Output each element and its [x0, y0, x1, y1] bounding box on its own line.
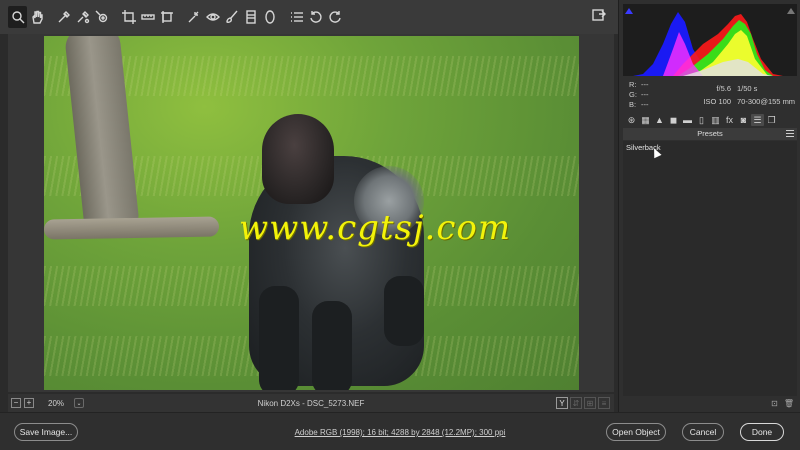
crop-tool[interactable] — [119, 6, 138, 28]
hsl-tab-icon[interactable]: ◼ — [667, 114, 680, 126]
radial-filter-tool[interactable] — [260, 6, 279, 28]
rotate-cw-icon — [328, 11, 341, 23]
brush-icon — [225, 10, 238, 24]
red-eye-tool[interactable] — [203, 6, 222, 28]
file-name: DSC_5273.NEF — [307, 398, 365, 408]
tool-bar — [0, 0, 618, 34]
magnifier-icon — [11, 11, 24, 24]
transform-tab-icon[interactable]: ▥ — [709, 114, 722, 126]
bottom-bar: Save Image... Adobe RGB (1998); 16 bit; … — [0, 412, 800, 450]
target-adjust-icon — [95, 10, 107, 23]
list-icon — [290, 12, 303, 22]
r-value: --- — [641, 80, 649, 89]
adjustment-brush-tool[interactable] — [222, 6, 241, 28]
g-value: --- — [641, 90, 649, 99]
fullscreen-toggle[interactable] — [592, 8, 610, 26]
spot-removal-icon — [188, 11, 198, 23]
toggle-settings-icon[interactable]: ≡ — [598, 397, 610, 409]
panel-tabs: ⊛ ▦ ▲ ◼ ▬ ▯ ▥ fx ◙ ☰ ❐ — [623, 113, 797, 127]
shadow-clipping-warning[interactable] — [625, 8, 633, 14]
fullscreen-icon — [592, 9, 606, 21]
color-sampler-tool[interactable] — [73, 6, 92, 28]
preset-item[interactable]: Silverback — [623, 141, 797, 154]
swap-settings-icon[interactable]: ⇵ — [570, 397, 582, 409]
open-object-button[interactable]: Open Object — [606, 423, 666, 441]
b-value: --- — [641, 100, 649, 109]
presets-menu-icon[interactable] — [786, 130, 794, 137]
presets-tab-icon[interactable]: ☰ — [751, 114, 764, 126]
copy-settings-icon[interactable]: ⊞ — [584, 397, 596, 409]
lens-corrections-tab-icon[interactable]: ▯ — [695, 114, 708, 126]
snapshots-tab-icon[interactable]: ❐ — [765, 114, 778, 126]
crop-icon — [121, 10, 136, 24]
hand-icon — [31, 10, 43, 24]
histogram — [623, 4, 797, 76]
hand-tool[interactable] — [27, 6, 46, 28]
tone-curve-tab-icon[interactable]: ▦ — [639, 114, 652, 126]
rotate-left-tool[interactable] — [306, 6, 325, 28]
new-preset-icon[interactable]: ⊡ — [771, 399, 778, 408]
presets-title: Presets — [697, 129, 723, 138]
workflow-options-link[interactable]: Adobe RGB (1998); 16 bit; 4288 by 2848 (… — [0, 428, 800, 437]
straighten-tool[interactable] — [138, 6, 157, 28]
camera-calibration-tab-icon[interactable]: ◙ — [737, 114, 750, 126]
preset-list: Silverback — [623, 141, 797, 396]
basic-tab-icon[interactable]: ⊛ — [625, 114, 638, 126]
straighten-icon — [140, 14, 155, 20]
camera-model: Nikon D2Xs — [257, 398, 300, 408]
presets-header: Presets — [623, 128, 797, 140]
effects-tab-icon[interactable]: fx — [723, 114, 736, 126]
trash-icon[interactable]: 🗑 — [784, 399, 794, 408]
spot-removal-tool[interactable] — [184, 6, 203, 28]
right-panel: R: --- G: --- B: --- f/5.6 1/50 s ISO 100 70-… — [618, 0, 800, 412]
eyedropper-icon — [58, 11, 70, 23]
zoom-out-button[interactable]: − — [11, 398, 21, 408]
transform-tool[interactable] — [157, 6, 176, 28]
lens-info: 70-300@155 mm — [737, 97, 796, 106]
fallen-log — [44, 216, 220, 240]
file-info: Nikon D2Xs - DSC_5273.NEF — [257, 398, 365, 408]
aperture: f/5.6 — [716, 84, 731, 93]
highlight-clipping-warning[interactable] — [787, 8, 795, 14]
rotate-ccw-icon — [309, 11, 322, 23]
zoom-tool[interactable] — [8, 6, 27, 28]
transform-icon — [160, 11, 173, 23]
preview-status-bar: − + 20% ⌄ Nikon D2Xs - DSC_5273.NEF Y ⇵ … — [8, 394, 614, 412]
split-toning-tab-icon[interactable]: ▬ — [681, 114, 694, 126]
before-after-toggle[interactable]: Y — [556, 397, 568, 409]
white-balance-tool[interactable] — [54, 6, 73, 28]
color-sampler-icon — [77, 11, 89, 24]
rgb-exif-readout: R: --- G: --- B: --- f/5.6 1/50 s ISO 100 70-… — [629, 80, 796, 109]
histogram-graph — [633, 12, 783, 76]
cancel-button[interactable]: Cancel — [682, 423, 724, 441]
zoom-level: 20% — [48, 398, 65, 408]
photo-preview[interactable]: www.cgtsj.com — [44, 36, 579, 390]
done-button[interactable]: Done — [740, 423, 784, 441]
image-preview-area[interactable]: www.cgtsj.com — [8, 34, 614, 392]
red-eye-icon — [205, 13, 220, 21]
zoom-dropdown[interactable]: ⌄ — [74, 398, 85, 408]
targeted-adjustment-tool[interactable] — [92, 6, 111, 28]
watermark-text: www.cgtsj.com — [239, 208, 512, 248]
graduated-filter-tool[interactable] — [241, 6, 260, 28]
graduated-filter-icon — [245, 10, 256, 24]
shutter-speed: 1/50 s — [737, 84, 758, 93]
detail-tab-icon[interactable]: ▲ — [653, 114, 666, 126]
rotate-right-tool[interactable] — [325, 6, 344, 28]
radial-filter-icon — [264, 10, 275, 24]
iso: ISO 100 — [703, 97, 731, 106]
preferences-tool[interactable] — [287, 6, 306, 28]
zoom-in-button[interactable]: + — [24, 398, 34, 408]
